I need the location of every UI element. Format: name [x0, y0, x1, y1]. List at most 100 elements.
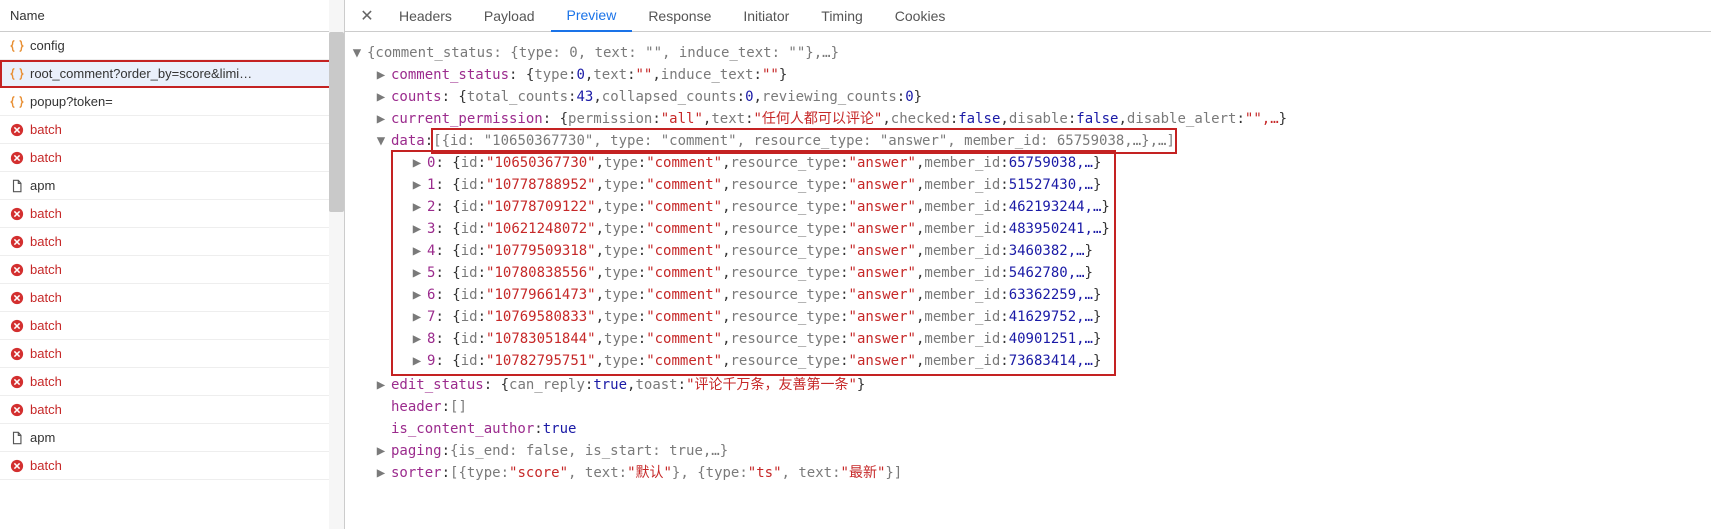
expand-arrow[interactable]: ▶: [411, 328, 423, 350]
tree-node[interactable]: ▶comment_status: {type: 0, text: "", ind…: [351, 64, 1701, 86]
tree-node-item[interactable]: ▶4: {id: "10779509318", type: "comment",…: [393, 240, 1110, 262]
expand-arrow[interactable]: ▶: [411, 240, 423, 262]
request-row[interactable]: batch: [0, 228, 344, 256]
expand-arrow[interactable]: ▶: [375, 108, 387, 130]
error-icon: [10, 291, 24, 305]
request-row[interactable]: batch: [0, 256, 344, 284]
json-icon: [10, 67, 24, 81]
expand-arrow[interactable]: ▼: [351, 42, 363, 64]
request-label: batch: [30, 206, 62, 221]
request-label: apm: [30, 178, 55, 193]
json-icon: [10, 95, 24, 109]
request-row[interactable]: apm: [0, 172, 344, 200]
error-icon: [10, 263, 24, 277]
expand-arrow[interactable]: ▶: [411, 284, 423, 306]
tab-payload[interactable]: Payload: [468, 0, 551, 32]
expand-arrow[interactable]: ▶: [411, 196, 423, 218]
tab-cookies[interactable]: Cookies: [879, 0, 962, 32]
request-label: batch: [30, 234, 62, 249]
tree-node-item[interactable]: ▶0: {id: "10650367730", type: "comment",…: [393, 152, 1110, 174]
doc-icon: [10, 179, 24, 193]
request-label: batch: [30, 150, 62, 165]
request-label: batch: [30, 290, 62, 305]
request-row[interactable]: config: [0, 32, 344, 60]
tree-node-item[interactable]: ▶1: {id: "10778788952", type: "comment",…: [393, 174, 1110, 196]
expand-arrow[interactable]: ▶: [375, 440, 387, 462]
request-label: batch: [30, 318, 62, 333]
request-label: popup?token=: [30, 94, 113, 109]
vertical-scrollbar[interactable]: [329, 0, 344, 529]
request-row[interactable]: root_comment?order_by=score&limi…: [0, 60, 344, 88]
tree-node-item[interactable]: ▶6: {id: "10779661473", type: "comment",…: [393, 284, 1110, 306]
expand-arrow[interactable]: ▶: [411, 306, 423, 328]
error-icon: [10, 207, 24, 221]
scrollbar-thumb[interactable]: [329, 32, 344, 212]
expand-arrow[interactable]: ▶: [411, 152, 423, 174]
expand-arrow[interactable]: ▶: [375, 374, 387, 396]
expand-arrow[interactable]: ▼: [375, 130, 387, 152]
request-row[interactable]: batch: [0, 340, 344, 368]
details-tabs: ✕ HeadersPayloadPreviewResponseInitiator…: [345, 0, 1711, 32]
tree-node[interactable]: ▶sorter: [{type: "score", text: "默认"}, {…: [351, 462, 1701, 484]
tree-node-item[interactable]: ▶2: {id: "10778709122", type: "comment",…: [393, 196, 1110, 218]
request-label: apm: [30, 430, 55, 445]
request-row[interactable]: batch: [0, 144, 344, 172]
tab-response[interactable]: Response: [632, 0, 727, 32]
request-list: config root_comment?order_by=score&limi…p…: [0, 32, 344, 529]
request-label: batch: [30, 262, 62, 277]
tree-node-item[interactable]: ▶3: {id: "10621248072", type: "comment",…: [393, 218, 1110, 240]
expand-arrow[interactable]: ▶: [411, 218, 423, 240]
expand-arrow[interactable]: ▶: [411, 262, 423, 284]
tree-node-item[interactable]: ▶7: {id: "10769580833", type: "comment",…: [393, 306, 1110, 328]
tree-node[interactable]: ▶counts: {total_counts: 43, collapsed_co…: [351, 86, 1701, 108]
request-row[interactable]: apm: [0, 424, 344, 452]
tab-headers[interactable]: Headers: [383, 0, 468, 32]
tree-node-root[interactable]: ▼{comment_status: {type: 0, text: "", in…: [351, 42, 1701, 64]
tree-node[interactable]: ▶edit_status: {can_reply: true, toast: "…: [351, 374, 1701, 396]
expand-arrow[interactable]: ▶: [375, 462, 387, 484]
tree-node[interactable]: is_content_author: true: [351, 418, 1701, 440]
tree-node[interactable]: ▶current_permission: {permission: "all",…: [351, 108, 1701, 130]
column-header-name[interactable]: Name: [0, 0, 344, 32]
expand-arrow[interactable]: ▶: [375, 86, 387, 108]
expand-arrow[interactable]: ▶: [375, 64, 387, 86]
json-icon: [10, 39, 24, 53]
request-row[interactable]: batch: [0, 284, 344, 312]
tree-node[interactable]: header: []: [351, 396, 1701, 418]
error-icon: [10, 151, 24, 165]
request-label: batch: [30, 458, 62, 473]
doc-icon: [10, 431, 24, 445]
request-label: batch: [30, 122, 62, 137]
network-request-panel: Name config root_comment?order_by=score&l…: [0, 0, 345, 529]
expand-arrow[interactable]: ▶: [411, 174, 423, 196]
tab-timing[interactable]: Timing: [805, 0, 879, 32]
details-panel: ✕ HeadersPayloadPreviewResponseInitiator…: [345, 0, 1711, 529]
request-label: batch: [30, 374, 62, 389]
tab-preview[interactable]: Preview: [551, 0, 633, 32]
request-label: batch: [30, 402, 62, 417]
request-row[interactable]: batch: [0, 396, 344, 424]
request-row[interactable]: batch: [0, 368, 344, 396]
tree-node-data[interactable]: ▼data: [{id: "10650367730", type: "comme…: [351, 130, 1701, 152]
tree-node-item[interactable]: ▶8: {id: "10783051844", type: "comment",…: [393, 328, 1110, 350]
tree-node[interactable]: ▶paging: {is_end: false, is_start: true,…: [351, 440, 1701, 462]
tree-node-item[interactable]: ▶9: {id: "10782795751", type: "comment",…: [393, 350, 1110, 372]
request-row[interactable]: batch: [0, 116, 344, 144]
request-row[interactable]: batch: [0, 452, 344, 480]
request-row[interactable]: popup?token=: [0, 88, 344, 116]
error-icon: [10, 459, 24, 473]
request-label: batch: [30, 346, 62, 361]
preview-tree[interactable]: ▼{comment_status: {type: 0, text: "", in…: [345, 32, 1711, 529]
error-icon: [10, 403, 24, 417]
error-icon: [10, 235, 24, 249]
request-row[interactable]: batch: [0, 200, 344, 228]
tree-node-item[interactable]: ▶5: {id: "10780838556", type: "comment",…: [393, 262, 1110, 284]
error-icon: [10, 123, 24, 137]
request-label: root_comment?order_by=score&limi…: [30, 66, 252, 81]
close-button[interactable]: ✕: [351, 0, 383, 32]
error-icon: [10, 375, 24, 389]
expand-arrow[interactable]: ▶: [411, 350, 423, 372]
tab-initiator[interactable]: Initiator: [727, 0, 805, 32]
request-row[interactable]: batch: [0, 312, 344, 340]
error-icon: [10, 347, 24, 361]
